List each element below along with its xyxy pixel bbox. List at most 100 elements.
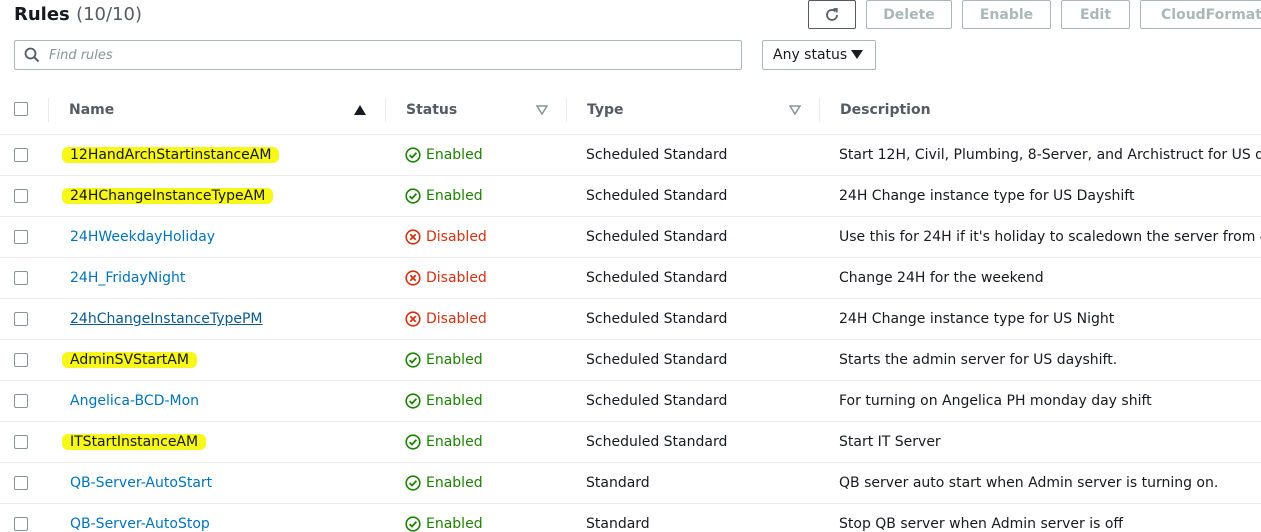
status-badge: Disabled: [405, 229, 487, 245]
cell-status: Enabled: [405, 340, 483, 380]
check-circle-icon: [405, 188, 421, 204]
cell-name: QB-Server-AutoStop: [68, 504, 212, 532]
table-row[interactable]: 24hChangeInstanceTypePM Disabled Scheduled…: [0, 299, 1261, 340]
cell-name: 24hChangeInstanceTypePM: [68, 299, 265, 339]
refresh-button[interactable]: [808, 0, 856, 29]
status-badge: Enabled: [405, 475, 483, 491]
cell-type: Scheduled Standard: [586, 270, 728, 286]
cell-name: 24H_FridayNight: [68, 258, 187, 298]
edit-button[interactable]: Edit: [1061, 0, 1130, 29]
cell-description: QB server auto start when Admin server i…: [839, 475, 1219, 491]
rules-count: (10/10): [76, 4, 142, 25]
cell-status: Enabled: [405, 422, 483, 462]
table-row[interactable]: ITStartInstanceAM Enabled Scheduled Standa…: [0, 422, 1261, 463]
cell-description: Starts the admin server for US dayshift.: [839, 352, 1118, 368]
status-badge: Enabled: [405, 188, 483, 204]
column-divider: [385, 98, 386, 122]
sort-ascending-icon: [354, 105, 366, 115]
x-circle-icon: [405, 270, 421, 286]
status-text: Enabled: [426, 352, 483, 368]
cloudformation-button[interactable]: CloudFormation: [1140, 0, 1261, 29]
column-divider: [819, 98, 820, 122]
check-circle-icon: [405, 516, 421, 532]
table-row[interactable]: AdminSVStartAM Enabled Scheduled Standard S…: [0, 340, 1261, 381]
rule-name-link[interactable]: QB-Server-AutoStop: [68, 516, 212, 532]
status-filter-value: Any status: [773, 47, 848, 63]
cell-type: Scheduled Standard: [586, 147, 728, 163]
status-text: Disabled: [426, 229, 487, 245]
column-header-description[interactable]: Description: [840, 86, 931, 134]
row-checkbox[interactable]: [14, 230, 28, 244]
status-badge: Enabled: [405, 434, 483, 450]
rule-name-link[interactable]: QB-Server-AutoStart: [68, 475, 214, 491]
status-text: Disabled: [426, 270, 487, 286]
select-all-checkbox[interactable]: [14, 102, 28, 116]
search-box: [14, 40, 742, 70]
rule-name-link[interactable]: Angelica-BCD-Mon: [68, 393, 201, 409]
table-row[interactable]: 24HWeekdayHoliday Disabled Scheduled Stand…: [0, 217, 1261, 258]
column-header-name[interactable]: Name: [69, 86, 369, 134]
check-circle-icon: [405, 434, 421, 450]
column-header-status-label: Status: [406, 102, 458, 118]
table-row[interactable]: QB-Server-AutoStop Enabled Standard Stop QB…: [0, 504, 1261, 532]
rule-name-link[interactable]: AdminSVStartAM: [62, 352, 197, 368]
cell-type: Scheduled Standard: [586, 434, 728, 450]
search-icon: [15, 41, 49, 69]
sort-icon: [789, 105, 801, 115]
rule-name-link[interactable]: 24HChangeInstanceTypeAM: [62, 188, 274, 204]
rule-name-link[interactable]: 24hChangeInstanceTypePM: [68, 311, 265, 327]
status-text: Enabled: [426, 434, 483, 450]
cell-name: Angelica-BCD-Mon: [68, 381, 201, 421]
cell-type: Scheduled Standard: [586, 188, 728, 204]
row-checkbox[interactable]: [14, 148, 28, 162]
search-input[interactable]: [49, 42, 741, 68]
row-checkbox[interactable]: [14, 312, 28, 326]
check-circle-icon: [405, 393, 421, 409]
rule-name-link[interactable]: ITStartInstanceAM: [62, 434, 207, 450]
cell-status: Enabled: [405, 176, 483, 216]
column-header-status[interactable]: Status: [406, 86, 556, 134]
table-row[interactable]: 24H_FridayNight Disabled Scheduled Standar…: [0, 258, 1261, 299]
delete-button[interactable]: Delete: [866, 0, 952, 29]
column-header-description-label: Description: [840, 102, 931, 118]
row-checkbox[interactable]: [14, 353, 28, 367]
table-header: Name Status Type Description: [0, 86, 1261, 135]
cell-type: Standard: [586, 475, 650, 491]
status-text: Enabled: [426, 393, 483, 409]
rule-name-link[interactable]: 24HWeekdayHoliday: [68, 229, 217, 245]
row-checkbox[interactable]: [14, 435, 28, 449]
status-badge: Disabled: [405, 311, 487, 327]
cell-description: Change 24H for the weekend: [839, 270, 1044, 286]
rule-name-link[interactable]: 24H_FridayNight: [68, 270, 187, 286]
enable-button[interactable]: Enable: [962, 0, 1051, 29]
status-text: Enabled: [426, 516, 483, 532]
status-badge: Enabled: [405, 393, 483, 409]
column-header-type[interactable]: Type: [587, 86, 807, 134]
status-text: Enabled: [426, 475, 483, 491]
status-badge: Enabled: [405, 516, 483, 532]
rules-page: Rules (10/10) Delete Enable Edit CloudFo…: [0, 0, 1261, 532]
cell-name: QB-Server-AutoStart: [68, 463, 214, 503]
row-checkbox[interactable]: [14, 476, 28, 490]
row-checkbox[interactable]: [14, 189, 28, 203]
status-badge: Enabled: [405, 147, 483, 163]
status-filter-select[interactable]: Any status: [762, 40, 876, 70]
cell-description: Stop QB server when Admin server is off: [839, 516, 1124, 532]
cell-name: 24HChangeInstanceTypeAM: [62, 176, 274, 216]
table-row[interactable]: QB-Server-AutoStart Enabled Standard QB ser…: [0, 463, 1261, 504]
row-checkbox[interactable]: [14, 517, 28, 531]
check-circle-icon: [405, 475, 421, 491]
row-checkbox[interactable]: [14, 394, 28, 408]
table-row[interactable]: 12HandArchStartinstanceAM Enabled Schedule…: [0, 135, 1261, 176]
cell-status: Enabled: [405, 463, 483, 503]
table-body: 12HandArchStartinstanceAM Enabled Schedule…: [0, 135, 1261, 532]
table-row[interactable]: 24HChangeInstanceTypeAM Enabled Scheduled …: [0, 176, 1261, 217]
table-row[interactable]: Angelica-BCD-Mon Enabled Scheduled Standar…: [0, 381, 1261, 422]
column-divider: [48, 98, 49, 122]
cell-name: ITStartInstanceAM: [62, 422, 207, 462]
cell-description: For turning on Angelica PH monday day sh…: [839, 393, 1152, 409]
rule-name-link[interactable]: 12HandArchStartinstanceAM: [62, 147, 280, 163]
row-checkbox[interactable]: [14, 271, 28, 285]
page-title: Rules (10/10): [14, 4, 142, 25]
cell-description: 24H Change instance type for US Night: [839, 311, 1115, 327]
